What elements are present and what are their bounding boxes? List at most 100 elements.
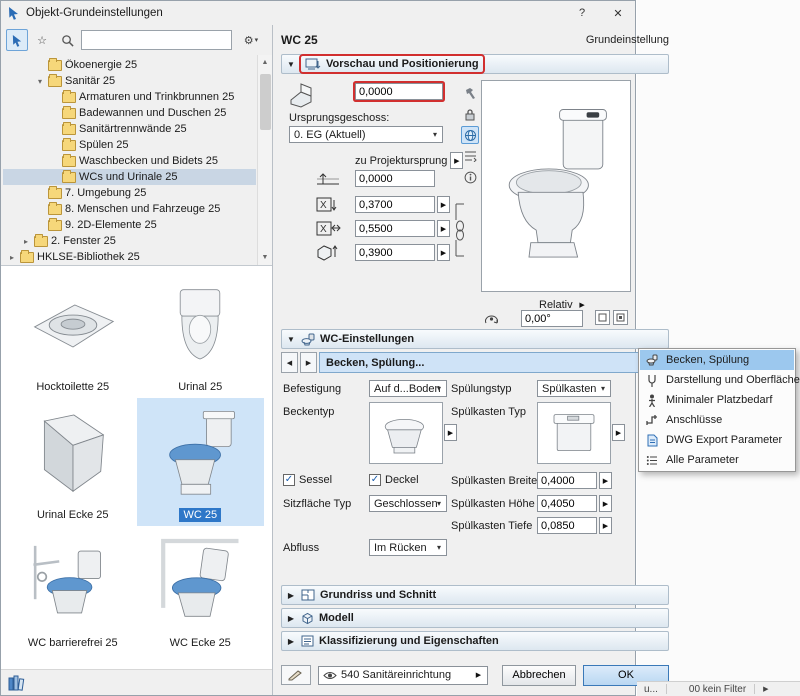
list-item-hocktoilette[interactable]: Hocktoilette 25	[9, 270, 137, 398]
menu-item-anschluesse[interactable]: Anschlüsse	[640, 410, 794, 430]
menu-item-label: Alle Parameter	[666, 454, 739, 466]
hammer-icon[interactable]	[461, 84, 479, 102]
hoehe-input[interactable]	[537, 495, 597, 512]
titlebar: Objekt-Grundeinstellungen ? ✕	[1, 1, 635, 25]
settings-menu-button[interactable]: ⚙ ▾	[235, 29, 267, 51]
object-3d-preview[interactable]	[481, 80, 631, 292]
page-prev-button[interactable]: ◀	[281, 352, 298, 373]
scroll-thumb[interactable]	[260, 74, 271, 130]
dim-x-flyout-icon[interactable]: ▶	[437, 196, 450, 213]
dim-y-input[interactable]	[355, 220, 435, 237]
menu-item-label: Anschlüsse	[666, 414, 722, 426]
dim-z-input[interactable]	[355, 244, 435, 261]
tree-item[interactable]: ▸ HKLSE-Bibliothek 25	[3, 249, 256, 265]
list-item-wc-barrierefrei[interactable]: WC barrierefrei 25	[9, 526, 137, 654]
filter-status[interactable]: 00 kein Filter	[685, 684, 750, 695]
list-item-wc-selected[interactable]: WC 25	[137, 398, 265, 526]
menu-item-darstellung[interactable]: Darstellung und Oberflächen	[640, 370, 794, 390]
menu-item-alle-parameter[interactable]: Alle Parameter	[640, 450, 794, 470]
tree-item-selected[interactable]: WCs und Urinale 25	[3, 169, 256, 185]
list-item-urinal[interactable]: Urinal 25	[137, 270, 265, 398]
statusbar-expand-icon[interactable]: ▶	[759, 685, 772, 693]
spuelungstyp-combo[interactable]: Spülkasten ▾	[537, 380, 611, 397]
origin-story-combo[interactable]: 0. EG (Aktuell) ▾	[289, 126, 443, 143]
tiefe-input[interactable]	[537, 517, 597, 534]
scroll-track[interactable]	[258, 70, 273, 250]
page-selector[interactable]: Becken, Spülung... ▶	[319, 352, 669, 373]
favorites-button[interactable]: ☆	[31, 29, 53, 51]
breite-flyout-icon[interactable]: ▶	[599, 472, 612, 489]
tree-item[interactable]: Badewannen und Duschen 25	[3, 105, 256, 121]
search-icon-button[interactable]	[56, 29, 78, 51]
relative-label: Relativ	[539, 299, 573, 311]
tree-scrollbar[interactable]: ▲ ▼	[257, 55, 272, 265]
menu-item-platzbedarf[interactable]: Minimaler Platzbedarf	[640, 390, 794, 410]
white-background-toggle[interactable]	[595, 310, 610, 325]
tiefe-flyout-icon[interactable]: ▶	[599, 517, 612, 534]
sitzflaeche-combo[interactable]: Geschlossen ▾	[369, 495, 447, 512]
list-item-wc-ecke[interactable]: WC Ecke 25	[137, 526, 265, 654]
dim-x-input[interactable]	[355, 196, 435, 213]
section-klassifizierung[interactable]: ▶ Klassifizierung und Eigenschaften	[281, 631, 669, 651]
deckel-checkbox[interactable]: ✓ Deckel	[369, 474, 419, 486]
folder-open-icon	[48, 76, 62, 87]
abfluss-label: Abfluss	[283, 542, 319, 554]
scroll-up-icon[interactable]: ▲	[258, 55, 273, 70]
to-project-origin-flyout[interactable]: zu Projektursprung ▶	[355, 152, 463, 169]
breite-input[interactable]	[537, 472, 597, 489]
black-background-toggle[interactable]	[613, 310, 628, 325]
spuelkasten-typ-flyout-icon[interactable]: ▶	[612, 424, 625, 441]
eye-icon	[323, 671, 337, 680]
tree-item[interactable]: Spülen 25	[3, 137, 256, 153]
section-grundriss-schnitt[interactable]: ▶ Grundriss und Schnitt	[281, 585, 669, 605]
tree-item[interactable]: Waschbecken und Bidets 25	[3, 153, 256, 169]
tree-item-label: Spülen 25	[79, 139, 129, 151]
beckentyp-flyout-icon[interactable]: ▶	[444, 424, 457, 441]
rotate-object-icon	[483, 311, 501, 327]
abfluss-combo[interactable]: Im Rücken ▾	[369, 539, 447, 556]
page-next-button[interactable]: ▶	[300, 352, 317, 373]
close-button[interactable]: ✕	[603, 3, 633, 23]
library-books-icon[interactable]	[7, 675, 25, 691]
search-input[interactable]	[81, 30, 232, 50]
section-wc-einstellungen[interactable]: ▼ WC-Einstellungen	[281, 329, 669, 349]
section-vorschau-positionierung[interactable]: ▼ Vorschau und Positionierung	[281, 54, 669, 74]
tree-item[interactable]: ▾ Sanitär 25	[3, 73, 256, 89]
expander-icon: ▸	[7, 253, 17, 262]
layer-combo[interactable]: 540 Sanitäreinrichtung ▶	[318, 666, 488, 685]
tree-item[interactable]: ▸ 2. Fenster 25	[3, 233, 256, 249]
hoehe-flyout-icon[interactable]: ▶	[599, 495, 612, 512]
rotation-angle-input[interactable]	[521, 310, 583, 327]
arrow-cursor-icon	[11, 34, 23, 47]
list-item-urinal-ecke[interactable]: Urinal Ecke 25	[9, 398, 137, 526]
scroll-down-icon[interactable]: ▼	[258, 250, 273, 265]
object-browser-button[interactable]	[6, 29, 28, 51]
menu-item-becken-spuelung[interactable]: Becken, Spülung	[640, 350, 794, 370]
tree-item[interactable]: Ökoenergie 25	[3, 57, 256, 73]
dim-z-flyout-icon[interactable]: ▶	[437, 244, 450, 261]
info-icon[interactable]	[461, 168, 479, 186]
beckentyp-preview[interactable]	[369, 402, 443, 464]
layer-settings-button[interactable]	[281, 665, 311, 685]
section-view-icon[interactable]	[461, 147, 479, 165]
dim-y-flyout-icon[interactable]: ▶	[437, 220, 450, 237]
help-button[interactable]: ?	[567, 3, 597, 23]
pen-icon	[288, 669, 304, 681]
link-dimensions-icon[interactable]	[454, 202, 466, 258]
tree-item[interactable]: 7. Umgebung 25	[3, 185, 256, 201]
spuelkasten-typ-label: Spülkasten Typ	[451, 406, 526, 418]
project-origin-input[interactable]	[355, 170, 435, 187]
height-input[interactable]	[355, 83, 443, 100]
globe-3d-view-icon[interactable]	[461, 126, 479, 144]
menu-item-dwg-export[interactable]: DWG Export Parameter	[640, 430, 794, 450]
tree-item[interactable]: Sanitärtrennwände 25	[3, 121, 256, 137]
cancel-button[interactable]: Abbrechen	[502, 665, 576, 686]
befestigung-combo[interactable]: Auf d...Boden ▾	[369, 380, 447, 397]
sessel-checkbox[interactable]: ✓ Sessel	[283, 474, 332, 486]
tree-item[interactable]: 9. 2D-Elemente 25	[3, 217, 256, 233]
spuelkasten-typ-preview[interactable]	[537, 402, 611, 464]
section-modell[interactable]: ▶ Modell	[281, 608, 669, 628]
tree-item[interactable]: 8. Menschen und Fahrzeuge 25	[3, 201, 256, 217]
lock-icon[interactable]	[461, 105, 479, 123]
tree-item[interactable]: Armaturen und Trinkbrunnen 25	[3, 89, 256, 105]
